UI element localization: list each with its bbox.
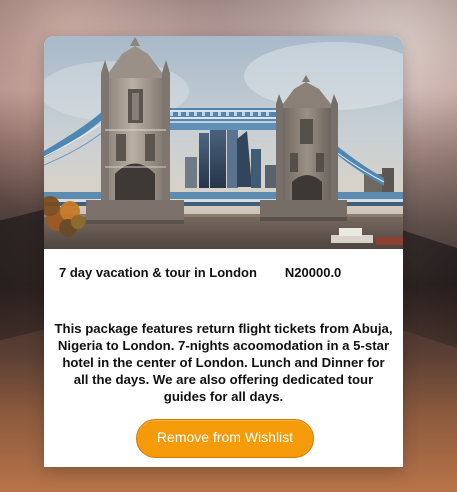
tower-bridge-image bbox=[44, 36, 403, 249]
tour-description: This package features return flight tick… bbox=[54, 321, 393, 404]
wishlist-card: 7 day vacation & tour in London N20000.0… bbox=[44, 36, 403, 467]
tour-details-row: 7 day vacation & tour in London N20000.0 bbox=[59, 265, 389, 280]
tour-title: 7 day vacation & tour in London bbox=[59, 265, 257, 280]
remove-from-wishlist-button[interactable]: Remove from Wishlist bbox=[136, 419, 314, 458]
tour-image bbox=[44, 36, 403, 249]
tour-price: N20000.0 bbox=[284, 265, 342, 280]
